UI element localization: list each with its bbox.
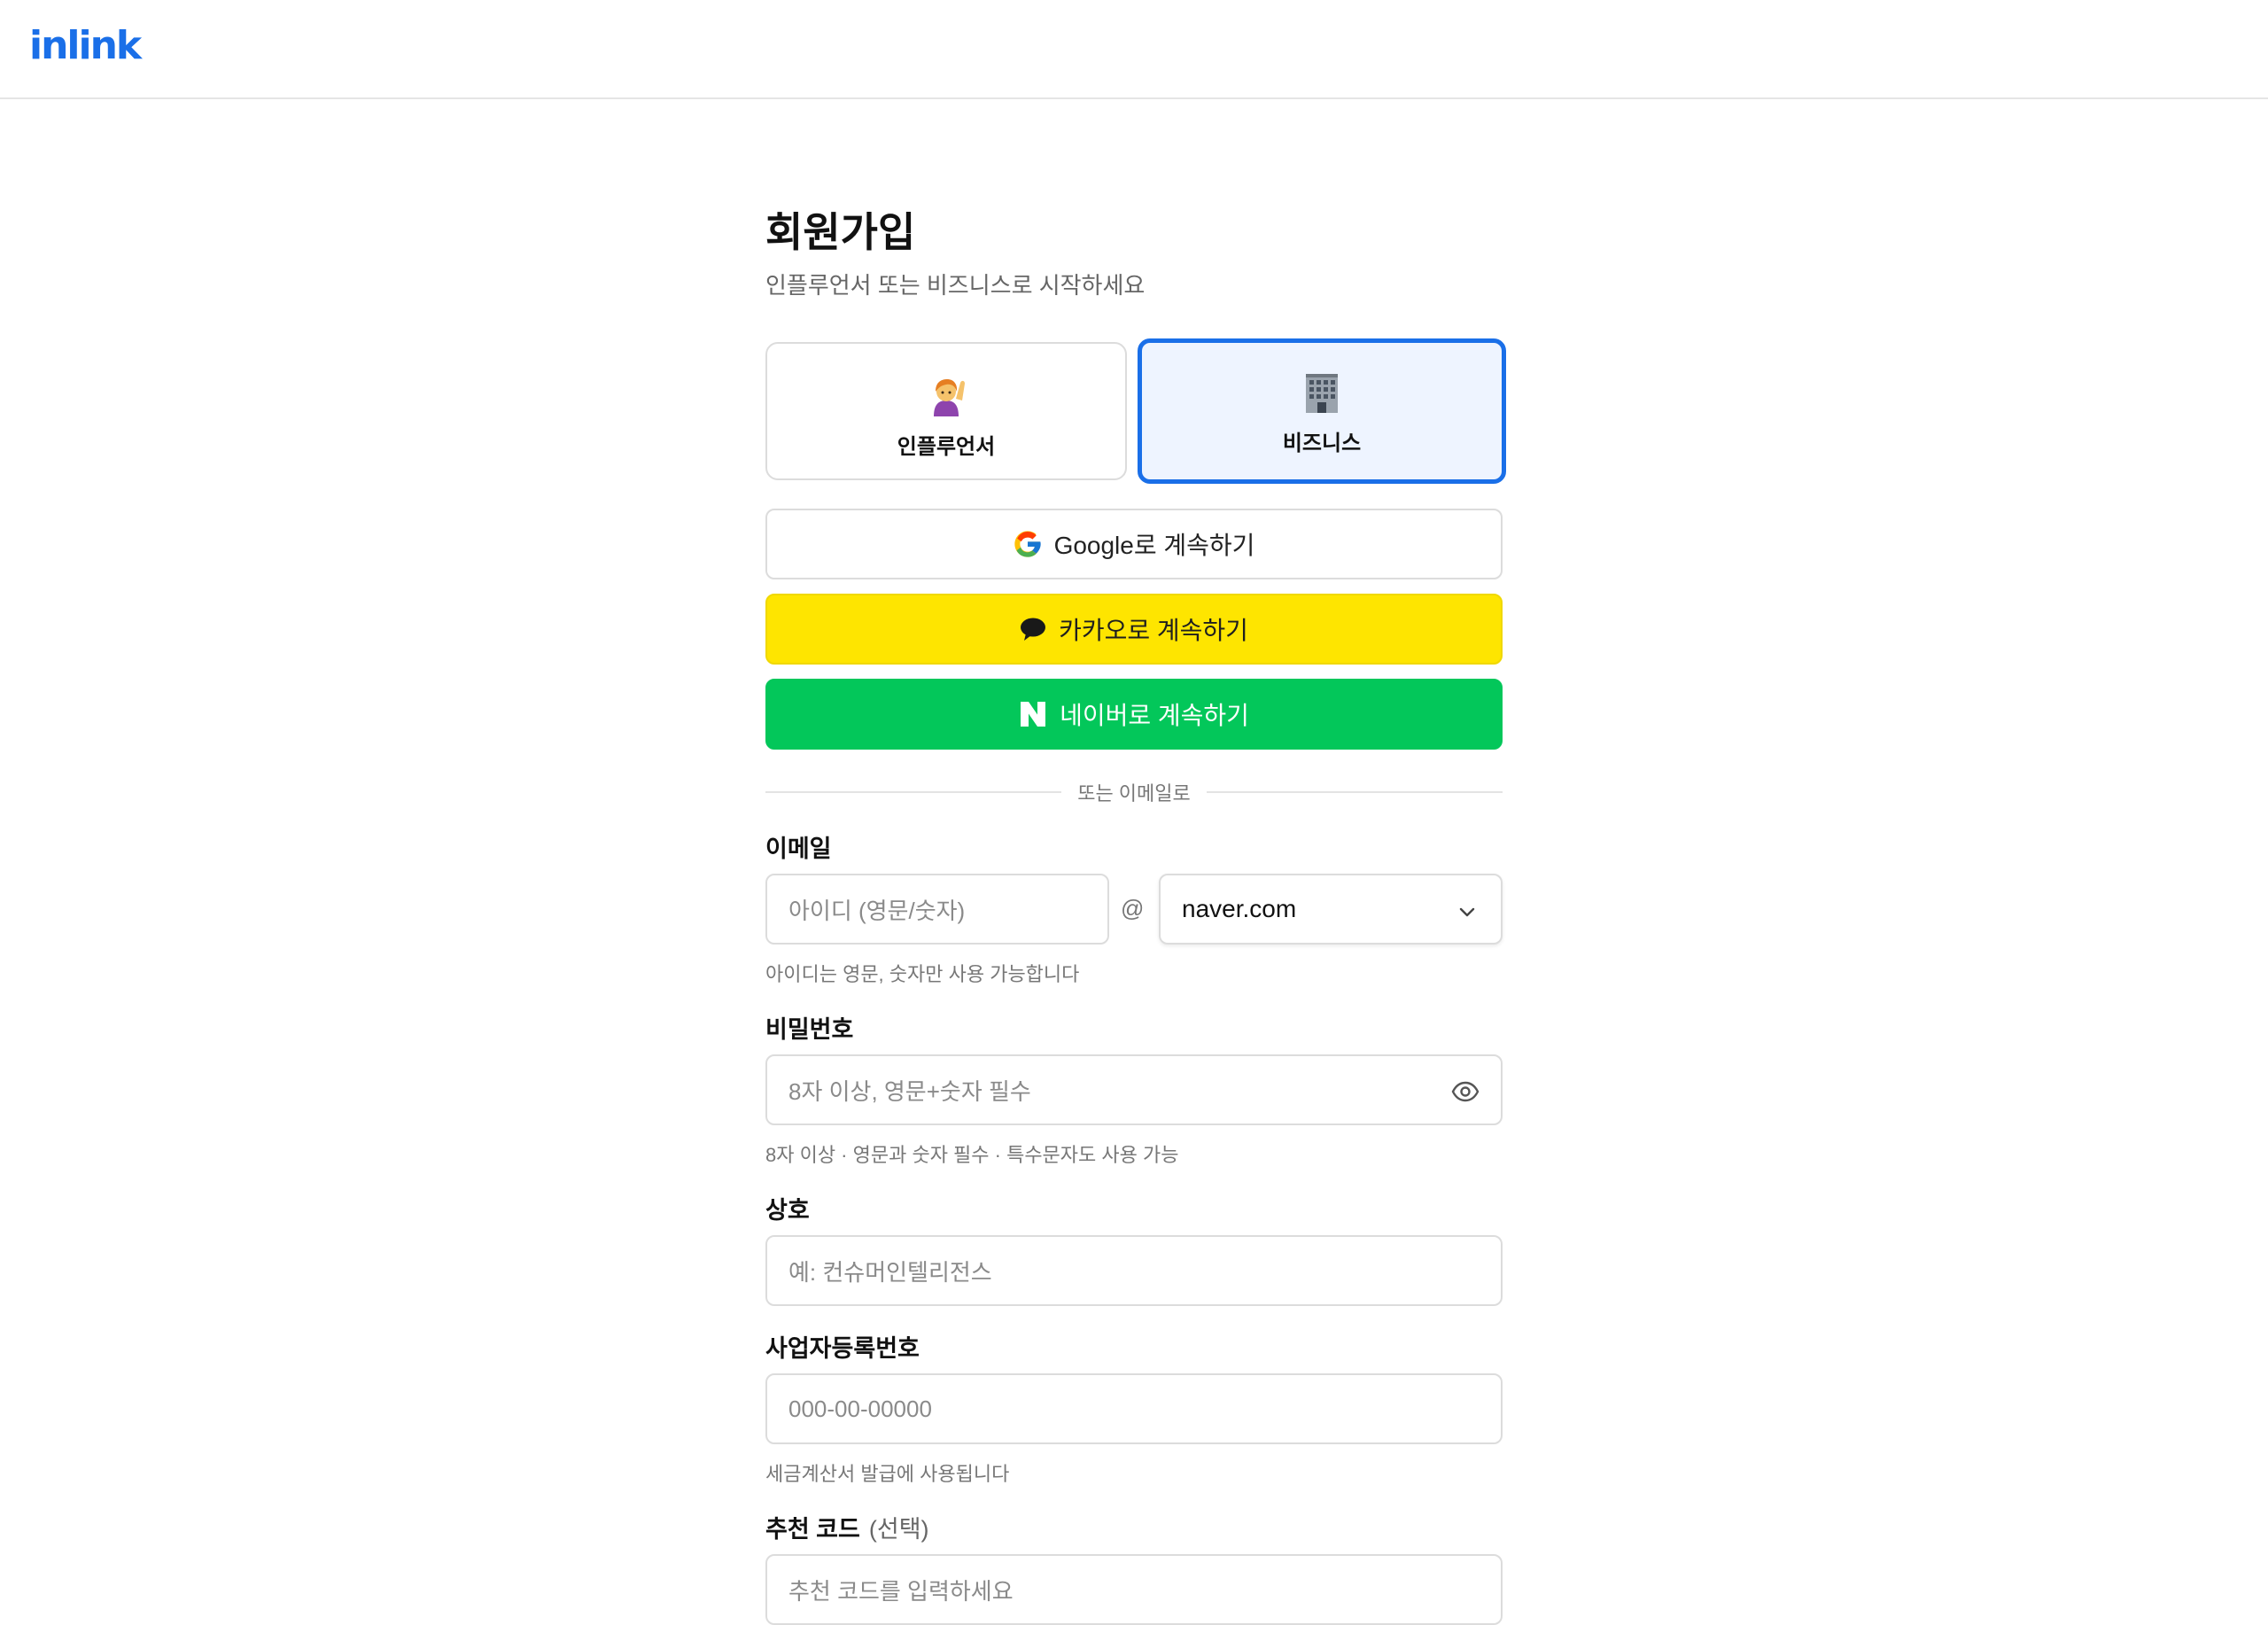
top-bar: inlink [0, 0, 2268, 99]
company-label: 상호 [765, 1197, 810, 1224]
speech-bubble-icon [1020, 617, 1046, 641]
account-type-business[interactable]: 비즈니스 [1138, 338, 1506, 484]
kakao-login-button[interactable]: 카카오로 계속하기 [765, 594, 1503, 665]
naver-login-label: 네이버로 계속하기 [1060, 702, 1249, 729]
password-label: 비밀번호 [765, 1016, 854, 1043]
eye-icon[interactable] [1451, 1077, 1480, 1112]
email-domain-select[interactable]: naver.com [1159, 874, 1503, 945]
referral-optional: (선택) [868, 1516, 929, 1543]
referral-input[interactable]: 추천 코드를 입력하세요 [765, 1554, 1503, 1625]
biz-number-input[interactable]: 000-00-00000 [765, 1373, 1503, 1444]
account-type-label: 인플루언서 [897, 435, 996, 459]
email-domain-value: naver.com [1182, 895, 1297, 922]
divider-text: 또는 이메일로 [1063, 782, 1205, 805]
chevron-down-icon [1456, 900, 1478, 929]
google-login-label: Google로 계속하기 [1053, 532, 1255, 559]
page-subtitle: 인플루언서 또는 비즈니스로 시작하세요 [765, 272, 1146, 299]
logo[interactable]: inlink [29, 23, 142, 68]
google-login-button[interactable]: Google로 계속하기 [765, 509, 1503, 579]
email-id-input[interactable]: 아이디 (영문/숫자) [765, 874, 1109, 945]
email-label: 이메일 [765, 836, 832, 862]
email-helper-text: 아이디는 영문, 숫자만 사용 가능합니다 [765, 963, 1080, 985]
account-type-influencer[interactable]: 인플루언서 [765, 342, 1127, 480]
or-divider: 또는 이메일로 [765, 778, 1503, 805]
naver-n-icon [1019, 700, 1047, 728]
password-input[interactable]: 8자 이상, 영문+숫자 필수 [765, 1054, 1503, 1125]
naver-login-button[interactable]: 네이버로 계속하기 [765, 679, 1503, 750]
referral-label-text: 추천 코드 [765, 1516, 860, 1543]
page-title: 회원가입 [765, 209, 916, 255]
biz-number-helper-text: 세금계산서 발급에 사용됩니다 [765, 1463, 1010, 1485]
kakao-login-label: 카카오로 계속하기 [1059, 617, 1248, 644]
referral-label: 추천 코드 (선택) [765, 1510, 929, 1544]
password-placeholder: 8자 이상, 영문+숫자 필수 [788, 1077, 1031, 1105]
google-icon [1014, 530, 1042, 558]
company-input[interactable]: 예: 컨슈머인텔리전스 [765, 1235, 1503, 1306]
office-building-icon [1142, 369, 1502, 415]
password-helper-text: 8자 이상 · 영문과 숫자 필수 · 특수문자도 사용 가능 [765, 1144, 1179, 1166]
person-raising-hand-icon [767, 372, 1125, 418]
account-type-label: 비즈니스 [1282, 432, 1362, 455]
at-sign: @ [1121, 895, 1145, 921]
biz-number-label: 사업자등록번호 [765, 1335, 920, 1362]
